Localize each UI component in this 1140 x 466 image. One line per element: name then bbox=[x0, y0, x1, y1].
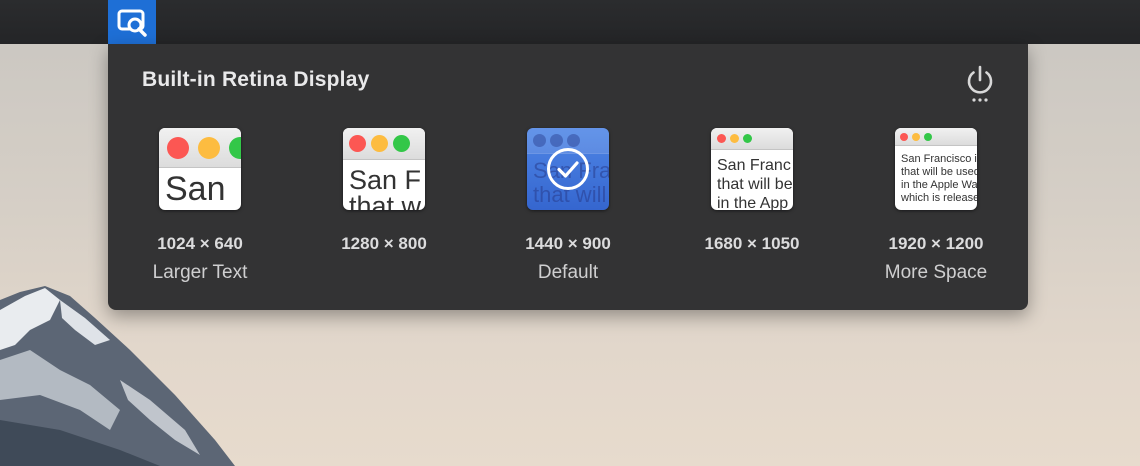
display-resolution-popover: Built-in Retina Display San 1024 × 640 L… bbox=[108, 44, 1028, 310]
preview-text-line: that will be used bbox=[901, 166, 977, 178]
preview-text-line: that will be bbox=[717, 176, 793, 193]
resolution-preview[interactable]: San F that w bbox=[343, 128, 425, 210]
resolution-preview[interactable]: San Franc that will be in the App bbox=[711, 128, 793, 210]
resolution-option-1280x800[interactable]: San F that w 1280 × 800 bbox=[292, 126, 476, 296]
resolution-options: San 1024 × 640 Larger Text San F that w … bbox=[108, 126, 1028, 296]
preview-text-line: which is release bbox=[901, 192, 977, 204]
resolution-label: 1024 × 640 bbox=[157, 234, 243, 253]
resolution-label: 1440 × 900 bbox=[525, 234, 611, 253]
resolution-description: Larger Text bbox=[152, 262, 248, 283]
resolution-preview[interactable]: San bbox=[159, 128, 241, 210]
resolution-preview[interactable]: San Francisco i that will be used in the… bbox=[895, 128, 977, 210]
power-icon[interactable] bbox=[962, 64, 998, 106]
preview-text-line: San Franc bbox=[717, 157, 791, 174]
resolution-description: More Space bbox=[884, 262, 988, 283]
resolution-label: 1680 × 1050 bbox=[704, 234, 800, 253]
panel-title: Built-in Retina Display bbox=[142, 68, 370, 91]
resolution-option-1440x900[interactable]: San Fra that will 1440 × 900 Default bbox=[476, 126, 660, 296]
preview-text-line: that w bbox=[349, 191, 422, 210]
preview-text-line: San bbox=[165, 170, 226, 208]
menu-bar bbox=[0, 0, 1140, 44]
preview-text-line: in the App bbox=[717, 195, 789, 210]
preview-text-line: in the Apple Wa bbox=[901, 179, 977, 191]
checkmark-icon bbox=[547, 148, 589, 190]
resolution-description: Default bbox=[537, 262, 599, 283]
resolution-preview-selected[interactable]: San Fra that will bbox=[527, 128, 609, 210]
display-search-icon[interactable] bbox=[108, 0, 156, 44]
resolution-option-1024x640[interactable]: San 1024 × 640 Larger Text bbox=[108, 126, 292, 296]
resolution-label: 1280 × 800 bbox=[341, 234, 427, 253]
resolution-label: 1920 × 1200 bbox=[888, 234, 984, 253]
preview-text-line: San Francisco i bbox=[901, 153, 977, 165]
resolution-option-1680x1050[interactable]: San Franc that will be in the App 1680 ×… bbox=[660, 126, 844, 296]
resolution-option-1920x1200[interactable]: San Francisco i that will be used in the… bbox=[844, 126, 1028, 296]
